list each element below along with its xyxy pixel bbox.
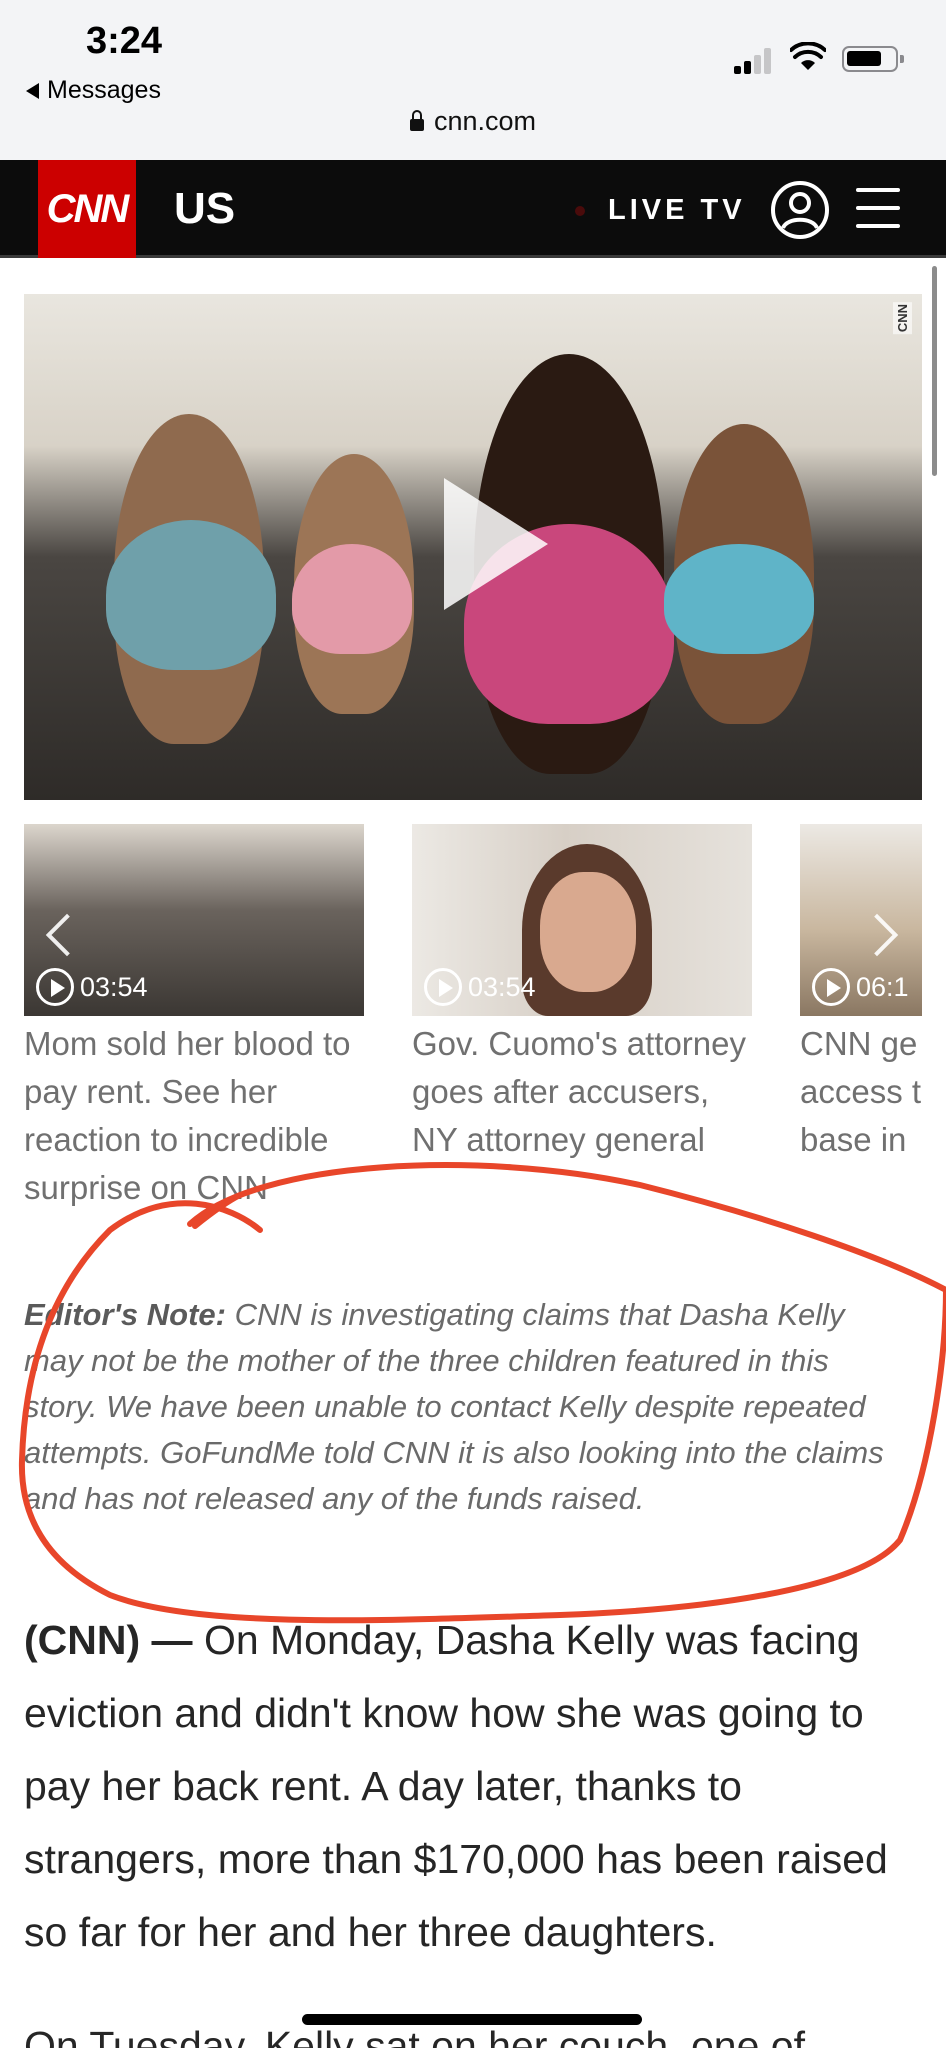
dateline: (CNN) —: [24, 1617, 193, 1663]
video-duration-1: 03:54: [36, 968, 148, 1006]
video-caption-2[interactable]: Gov. Cuomo's attorney goes after accuser…: [412, 1020, 762, 1164]
lock-icon: [409, 110, 424, 131]
status-time: 3:24: [86, 20, 163, 62]
paragraph-text: On Monday, Dasha Kelly was facing evicti…: [24, 1617, 888, 1955]
hamburger-menu-icon[interactable]: [856, 188, 900, 228]
section-title[interactable]: US: [174, 184, 235, 234]
url-text: cnn.com: [433, 106, 537, 136]
video-thumbnail-2[interactable]: 03:54: [412, 824, 752, 1016]
article-paragraph-1: (CNN) — On Monday, Dasha Kelly was facin…: [24, 1604, 924, 1969]
editors-note-label: Editor's Note:: [24, 1297, 226, 1332]
play-circle-icon: [36, 968, 74, 1006]
cnn-watermark: CNN: [893, 302, 912, 335]
wifi-icon: [790, 42, 826, 70]
play-circle-icon: [812, 968, 850, 1006]
page-scrollbar[interactable]: [932, 266, 937, 476]
video-duration-2: 03:54: [424, 968, 536, 1006]
video-thumbnail-1[interactable]: 03:54: [24, 824, 364, 1016]
back-to-messages-button[interactable]: Messages: [26, 76, 161, 105]
play-circle-icon: [424, 968, 462, 1006]
cnn-logo[interactable]: CNN: [38, 160, 136, 258]
video-thumbnail-3[interactable]: 06:1: [800, 824, 922, 1016]
address-bar[interactable]: cnn.com: [0, 106, 946, 137]
back-label: Messages: [47, 76, 161, 104]
main-video-player[interactable]: CNN: [24, 294, 922, 800]
live-tv-link[interactable]: LIVE TV: [608, 194, 746, 227]
live-indicator-icon: [575, 206, 585, 216]
account-icon[interactable]: [770, 180, 830, 240]
editors-note: Editor's Note: CNN is investigating clai…: [24, 1292, 904, 1522]
home-indicator[interactable]: [302, 2014, 642, 2025]
back-arrow-icon: [26, 82, 39, 99]
video-duration-3: 06:1: [812, 968, 909, 1006]
play-icon[interactable]: [444, 478, 548, 610]
status-bar: 3:24 Messages cnn.com: [0, 0, 946, 160]
video-caption-3[interactable]: CNN ge access t base in: [800, 1020, 946, 1164]
battery-icon: [842, 46, 904, 72]
video-caption-1[interactable]: Mom sold her blood to pay rent. See her …: [24, 1020, 374, 1212]
signal-icon: [734, 46, 774, 74]
